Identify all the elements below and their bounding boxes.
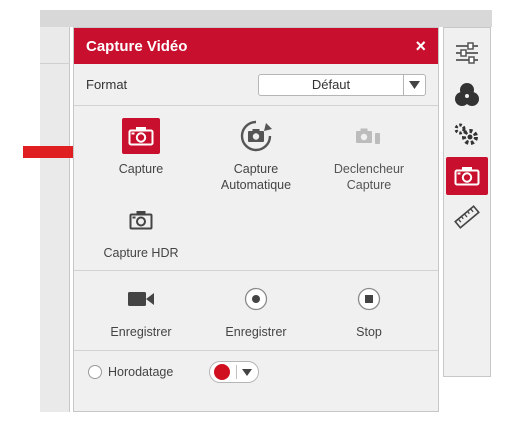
- stop-label: Stop: [356, 325, 382, 339]
- trigger-capture-label-line1: Declencheur: [333, 162, 405, 176]
- hdr-capture-button[interactable]: Capture HDR: [86, 202, 196, 261]
- format-select-value: Défaut: [311, 76, 351, 92]
- format-label: Format: [86, 77, 128, 92]
- divider: [236, 365, 238, 379]
- record-label: Enregistrer: [225, 325, 287, 339]
- capture-tools-grid: Capture Capture Automatique Declencheur …: [74, 106, 438, 271]
- format-row: Format Défaut: [74, 64, 438, 106]
- auto-capture-icon[interactable]: [237, 118, 275, 154]
- hdr-capture-label: Capture HDR: [103, 246, 179, 260]
- gears-icon: [454, 123, 478, 145]
- ruler-icon: [454, 205, 480, 229]
- panel-title: Capture Vidéo: [86, 37, 188, 55]
- record-icon[interactable]: [237, 281, 275, 317]
- video-camera-icon[interactable]: [122, 281, 160, 317]
- timestamp-color-picker[interactable]: [209, 361, 260, 383]
- right-toolbar: [443, 27, 491, 377]
- camera-icon[interactable]: [122, 118, 160, 154]
- format-select[interactable]: Défaut: [258, 73, 426, 96]
- stop-button[interactable]: Stop: [314, 281, 424, 340]
- hdr-camera-icon[interactable]: [122, 202, 160, 238]
- background-panel: [40, 27, 70, 412]
- auto-capture-label-line2: Automatique: [220, 178, 292, 192]
- capture-label: Capture: [118, 162, 164, 176]
- trigger-capture-button[interactable]: Declencheur Capture: [314, 118, 424, 193]
- stop-icon[interactable]: [350, 281, 388, 317]
- capture-button[interactable]: Capture: [86, 118, 196, 177]
- auto-capture-button[interactable]: Capture Automatique: [201, 118, 311, 193]
- timestamp-row: Horodatage: [74, 351, 438, 393]
- trigger-capture-icon[interactable]: [350, 118, 388, 154]
- sidebar-item-capture[interactable]: [446, 157, 488, 195]
- color-circles-icon: [455, 83, 479, 106]
- chevron-down-icon[interactable]: [403, 74, 425, 95]
- timestamp-radio[interactable]: [88, 365, 102, 379]
- auto-capture-label-line1: Capture: [233, 162, 279, 176]
- trigger-capture-label-line2: Capture: [346, 178, 392, 192]
- panel-titlebar: Capture Vidéo ×: [74, 28, 438, 64]
- background-window-strip: [40, 10, 492, 27]
- sidebar-item-settings[interactable]: [446, 34, 488, 72]
- record-video-button[interactable]: Enregistrer: [86, 281, 196, 340]
- close-button[interactable]: ×: [415, 37, 426, 55]
- chevron-down-icon[interactable]: [242, 363, 253, 381]
- camera-icon: [454, 167, 480, 186]
- record-button[interactable]: Enregistrer: [201, 281, 311, 340]
- video-capture-panel: Capture Vidéo × Format Défaut Capture Ca…: [73, 27, 439, 412]
- divider: [40, 63, 70, 64]
- color-swatch: [214, 364, 231, 380]
- record-video-label: Enregistrer: [110, 325, 172, 339]
- sidebar-item-measure[interactable]: [446, 198, 488, 236]
- sidebar-item-color[interactable]: [446, 76, 488, 114]
- timestamp-label: Horodatage: [108, 365, 174, 379]
- sidebar-item-adjust[interactable]: [446, 116, 488, 154]
- sliders-icon: [456, 42, 478, 64]
- recording-row: Enregistrer Enregistrer Stop: [74, 271, 438, 351]
